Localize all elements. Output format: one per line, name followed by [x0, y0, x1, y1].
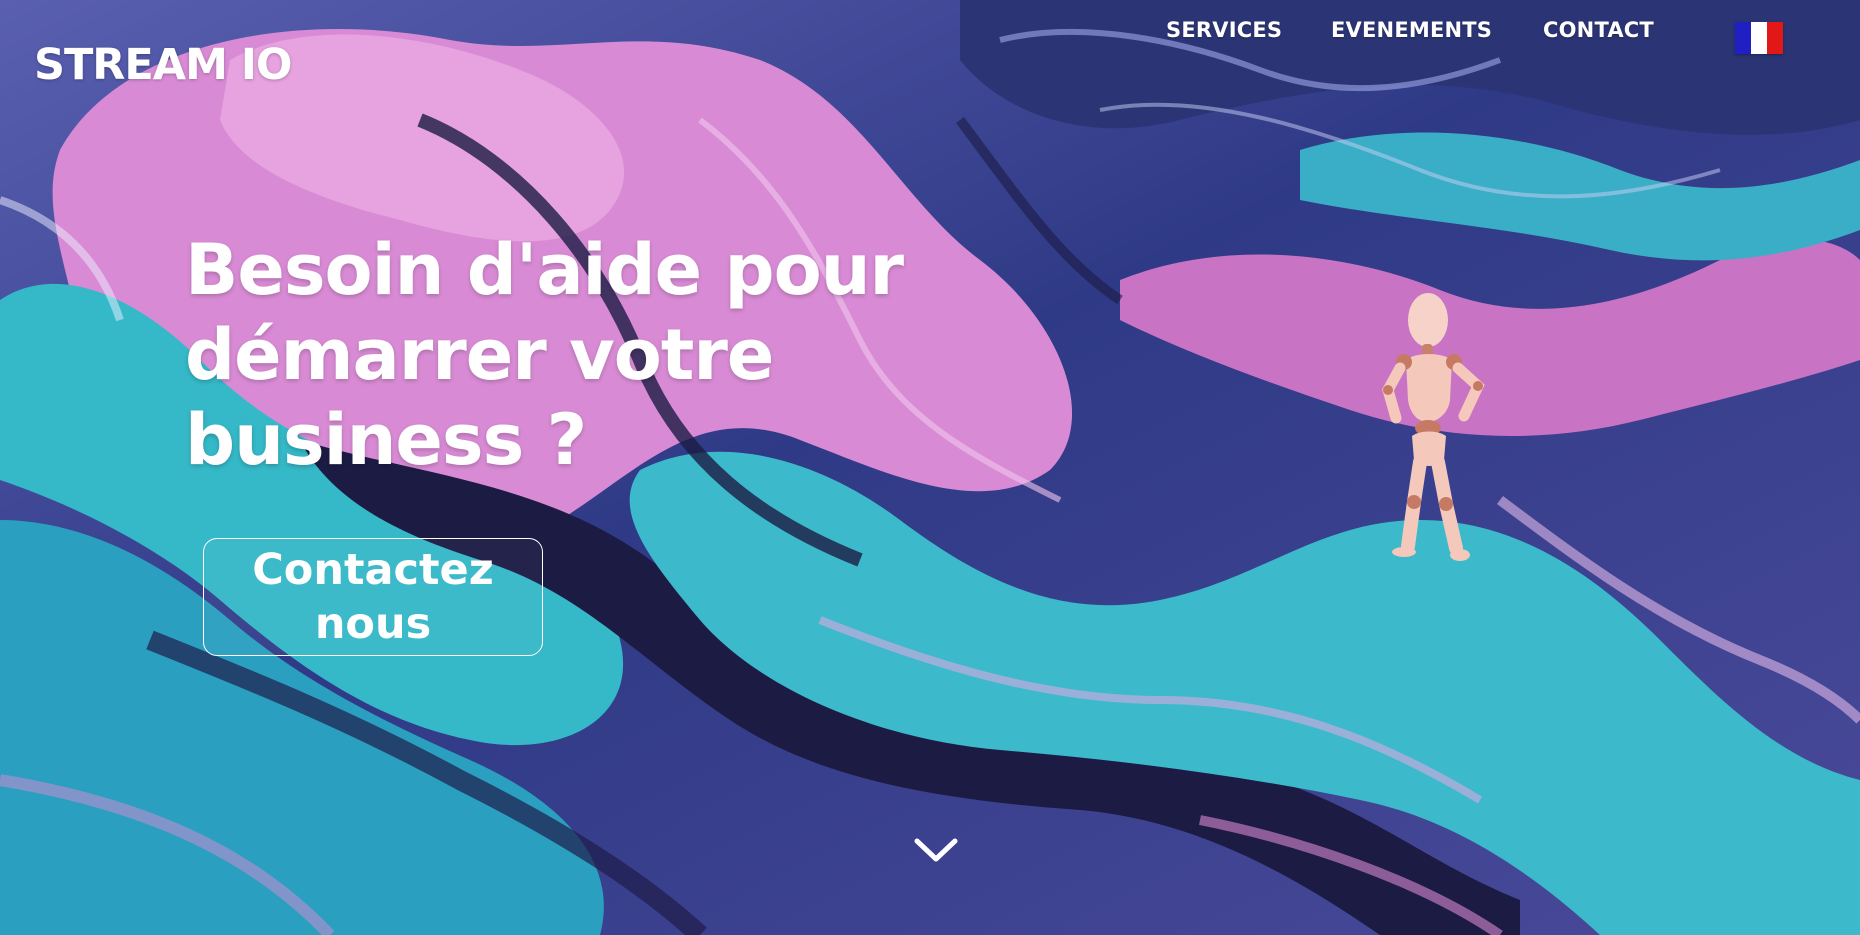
chevron-down-icon[interactable]	[913, 835, 959, 867]
flag-stripe-blue	[1735, 22, 1751, 54]
mannequin-foot-right	[1450, 549, 1470, 561]
mannequin-figure	[1382, 293, 1485, 561]
flag-stripe-white	[1751, 22, 1767, 54]
mannequin-elbow-right	[1473, 381, 1483, 391]
hero-headline: Besoin d'aide pour démarrer votre busine…	[185, 229, 904, 481]
mannequin-torso	[1406, 354, 1452, 422]
site-logo[interactable]: STREAM IO	[34, 40, 292, 90]
mannequin-foot-left	[1392, 547, 1416, 557]
mannequin-head	[1408, 293, 1448, 347]
nav-link-services[interactable]: SERVICES	[1166, 18, 1282, 42]
mannequin-elbow-left	[1383, 385, 1393, 395]
flag-stripe-red	[1767, 22, 1783, 54]
contact-us-button[interactable]: Contactez nous	[203, 538, 543, 656]
mannequin-knee-left	[1407, 495, 1421, 509]
main-navigation: SERVICES EVENEMENTS CONTACT	[1150, 18, 1670, 48]
nav-link-evenements[interactable]: EVENEMENTS	[1331, 18, 1492, 42]
mannequin-knee-right	[1439, 497, 1453, 511]
france-flag-icon[interactable]	[1735, 22, 1783, 54]
mannequin-arm-right	[1452, 362, 1485, 422]
nav-link-contact[interactable]: CONTACT	[1543, 18, 1654, 42]
